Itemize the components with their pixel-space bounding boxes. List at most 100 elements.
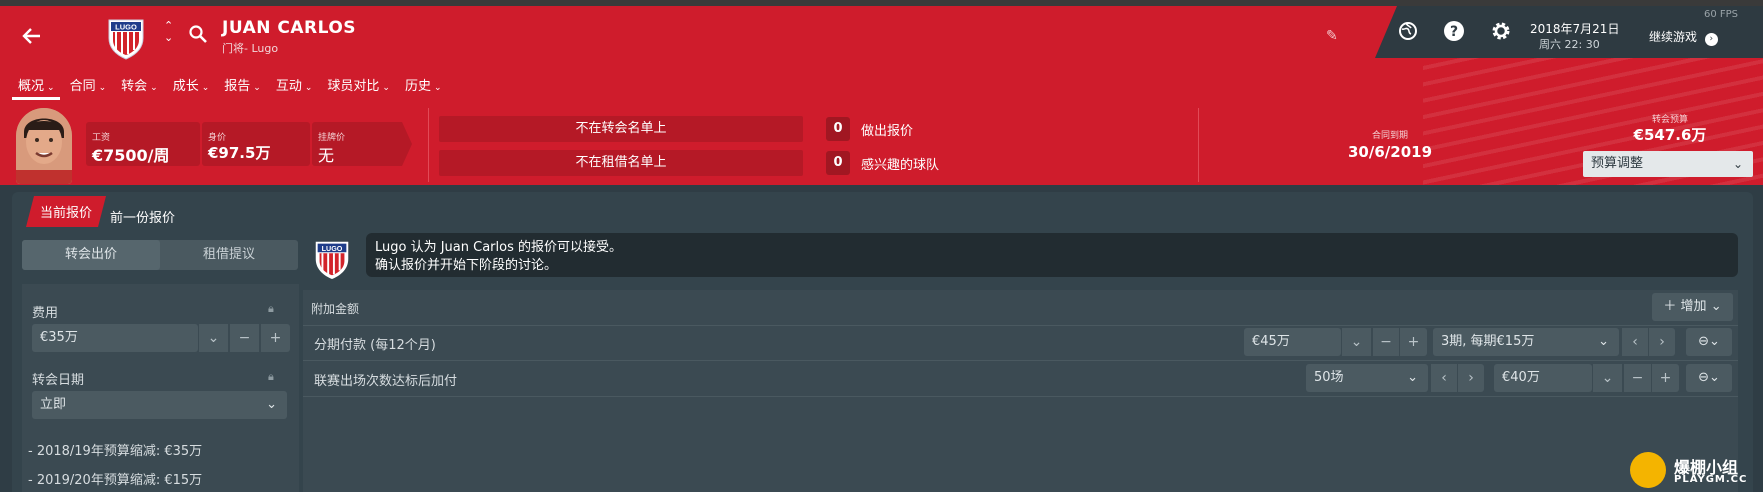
chevron-down-icon: ⌄: [47, 83, 55, 93]
prev-arrow-icon[interactable]: ‹: [1430, 364, 1457, 392]
watermark-logo-icon: [1630, 452, 1666, 488]
fee-input[interactable]: €35万: [32, 324, 198, 352]
row-divider: [303, 360, 1738, 361]
budget-note-2: - 2019/20年预算缩减: €15万: [28, 473, 203, 488]
divider: [428, 108, 429, 182]
budget-note-1: - 2018/19年预算缩减: €35万: [28, 444, 203, 459]
nav-history[interactable]: 历史 ⌄: [405, 75, 449, 94]
prev-arrow-icon[interactable]: ‹: [1621, 328, 1648, 356]
bonus-minus-button[interactable]: −: [1623, 364, 1651, 392]
next-arrow-icon[interactable]: ›: [1457, 364, 1484, 392]
nav-development[interactable]: 成长 ⌄: [173, 75, 217, 94]
contract-expiry-label: 合同到期: [1371, 131, 1408, 141]
world-icon[interactable]: [1397, 20, 1419, 42]
nav-transfer[interactable]: 转会 ⌄: [121, 75, 165, 94]
transfer-date-select[interactable]: 立即 ⌄: [32, 391, 287, 419]
remove-icon: ⊖: [1698, 334, 1709, 349]
row-divider: [303, 325, 1738, 326]
nav-label: 概况: [18, 79, 45, 94]
bonus-plus-button[interactable]: +: [1651, 364, 1679, 392]
asking-value: 无: [318, 146, 335, 165]
message-line-2: 确认报价并开始下阶段的讨论。: [375, 258, 558, 273]
transfer-date-value: 立即: [40, 397, 67, 412]
fee-label: 费用: [32, 306, 59, 321]
chevron-down-icon[interactable]: ⌄: [1341, 328, 1371, 356]
offers-label[interactable]: 做出报价: [861, 120, 913, 139]
chevron-down-icon: ⌄: [304, 83, 313, 93]
transfer-date-label: 转会日期: [32, 373, 85, 388]
installment-amount-input[interactable]: €45万: [1244, 328, 1341, 356]
svg-text:LUGO: LUGO: [322, 245, 343, 253]
wage-box: 工资 €7500/周: [86, 122, 200, 166]
edit-pencil-icon[interactable]: ✎: [1326, 28, 1338, 44]
fee-plus-button[interactable]: +: [260, 324, 290, 352]
remove-addon-button[interactable]: ⊖⌄: [1686, 364, 1732, 392]
nav-interaction[interactable]: 互动 ⌄: [276, 75, 320, 94]
appearances-value: 50场: [1314, 370, 1344, 385]
player-name: JUAN CARLOS: [222, 18, 357, 38]
loan-list-status: 不在租借名单上: [439, 150, 803, 176]
interested-label[interactable]: 感兴趣的球队: [861, 154, 939, 173]
lock-icon[interactable]: 🔒︎: [268, 302, 274, 316]
top-strip: [0, 0, 1763, 6]
nav-compare[interactable]: 球员对比 ⌄: [327, 75, 397, 94]
chevron-down-icon: ⌄: [1709, 334, 1720, 349]
interested-count: 0: [826, 151, 850, 175]
add-label: 增加: [1680, 299, 1707, 314]
player-value: €97.5万: [208, 144, 271, 162]
settings-gear-icon[interactable]: [1490, 20, 1512, 42]
club-response-message: Lugo 认为 Juan Carlos 的报价可以接受。 确认报价并开始下阶段的…: [366, 233, 1738, 277]
value-box: 身价 €97.5万: [202, 122, 310, 166]
remove-addon-button[interactable]: ⊖⌄: [1686, 328, 1732, 356]
nav-label: 报告: [224, 79, 251, 94]
installment-schedule-select[interactable]: 3期, 每期€15万 ⌄: [1433, 328, 1619, 356]
transfer-offer-option[interactable]: 转会出价: [22, 240, 160, 270]
continue-label: 继续游戏: [1649, 30, 1698, 44]
message-line-1: Lugo 认为 Juan Carlos 的报价可以接受。: [375, 240, 622, 255]
back-arrow-icon[interactable]: [20, 24, 48, 52]
search-icon[interactable]: [188, 24, 208, 44]
appearance-bonus-input[interactable]: €40万: [1494, 364, 1592, 392]
nav-label: 合同: [69, 79, 96, 94]
prev-next-player-icon[interactable]: ⌃ ⌄: [164, 20, 176, 44]
budget-adjust-label: 预算调整: [1591, 156, 1644, 171]
installment-plus-button[interactable]: +: [1399, 328, 1427, 356]
nav-contract[interactable]: 合同 ⌄: [70, 75, 114, 94]
continue-button[interactable]: 继续游戏 ›: [1649, 28, 1718, 46]
loan-offer-option[interactable]: 租借提议: [160, 240, 298, 270]
help-icon[interactable]: ?: [1443, 20, 1465, 42]
chevron-down-icon: ⌄: [1709, 370, 1720, 385]
chevron-down-icon: ⌄: [1710, 299, 1722, 314]
chevron-down-icon: ⌄: [150, 83, 158, 93]
transfer-list-status: 不在转会名单上: [439, 116, 803, 142]
installment-minus-button[interactable]: −: [1372, 328, 1399, 356]
continue-arrow-icon: ›: [1704, 33, 1718, 46]
chevron-down-icon[interactable]: ⌄: [1592, 364, 1622, 392]
next-arrow-icon[interactable]: ›: [1648, 328, 1675, 356]
chevron-down-icon: ⌄: [1598, 334, 1609, 349]
addon-row-label: 联赛出场次数达标后加付: [314, 374, 458, 389]
player-nav: 概况 ⌄ 合同 ⌄ 转会 ⌄ 成长 ⌄ 报告 ⌄ 互动 ⌄ 球员对比 ⌄ 历史 ⌄: [12, 75, 457, 100]
appearances-select[interactable]: 50场 ⌄: [1306, 364, 1428, 392]
offer-type-toggle: 转会出价 租借提议: [22, 240, 298, 270]
player-position-club: 门将- Lugo: [222, 42, 279, 55]
budget-adjust-dropdown[interactable]: 预算调整 ⌄: [1583, 151, 1753, 177]
nav-label: 转会: [121, 79, 148, 94]
contract-expiry-value: 30/6/2019: [1347, 143, 1433, 161]
nav-label: 互动: [275, 79, 302, 94]
fee-dropdown-chevron-icon[interactable]: ⌄: [198, 324, 228, 352]
nav-label: 球员对比: [327, 79, 380, 94]
add-addon-button[interactable]: ＋ 增加 ⌄: [1652, 293, 1733, 321]
nav-reports[interactable]: 报告 ⌄: [224, 75, 268, 94]
game-time: 周六 22: 30: [1539, 38, 1600, 51]
chevron-down-icon: ⌄: [382, 83, 390, 93]
lock-icon[interactable]: 🔒︎: [268, 370, 274, 384]
tab-current-offer[interactable]: 当前报价: [26, 196, 106, 227]
tab-previous-offer[interactable]: 前一份报价: [110, 207, 175, 226]
chevron-down-icon: ⌄: [433, 83, 442, 93]
nav-overview[interactable]: 概况 ⌄: [12, 75, 62, 100]
fee-panel: [22, 284, 299, 492]
nav-label: 成长: [172, 79, 199, 94]
wage-value: €7500/周: [92, 146, 170, 165]
fee-minus-button[interactable]: −: [229, 324, 259, 352]
